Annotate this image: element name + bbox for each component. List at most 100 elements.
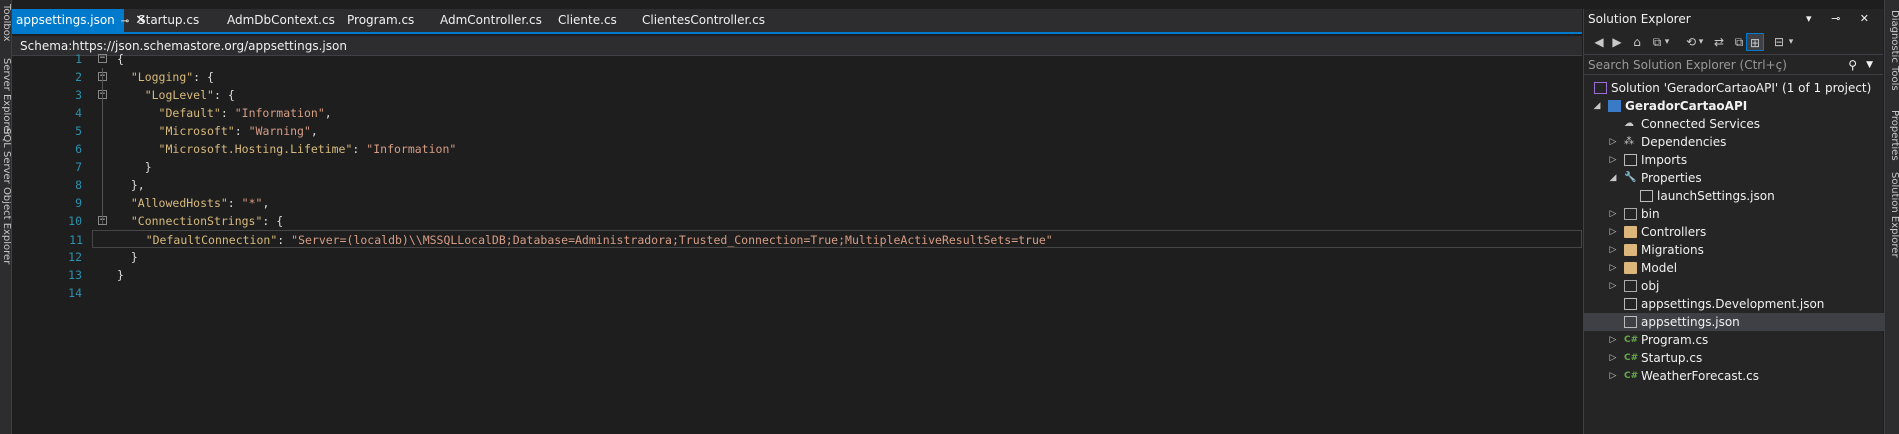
line-number: 10 xyxy=(68,214,82,228)
tree-node-label: launchSettings.json xyxy=(1657,189,1775,203)
tree-node[interactable]: ▷ Imports xyxy=(1584,151,1884,169)
expand-arrow-icon[interactable]: ◢ xyxy=(1608,169,1618,187)
folder-grey-icon xyxy=(1624,280,1637,292)
file-icon xyxy=(1624,154,1637,166)
code-line[interactable]: 9 "AllowedHosts": "*", xyxy=(12,194,1582,212)
line-number: 3 xyxy=(75,88,82,102)
search-icon[interactable]: ⚲ xyxy=(1848,55,1857,75)
editor-tab[interactable]: Startup.cs xyxy=(124,9,210,32)
cloud-icon: ☁ xyxy=(1624,118,1634,129)
right-strip-tab[interactable]: Solution Explorer xyxy=(1886,172,1899,258)
expand-arrow-icon[interactable]: ◢ xyxy=(1592,97,1602,115)
toolbar-icon[interactable]: ▶ xyxy=(1608,33,1626,51)
toolbar-icon[interactable]: ▾ xyxy=(1786,33,1796,51)
cs-icon: C# xyxy=(1624,371,1639,381)
tree-node[interactable]: ▷ C# WeatherForecast.cs xyxy=(1584,367,1884,385)
tree-node-label: obj xyxy=(1641,279,1660,293)
left-strip-tab[interactable]: SQL Server Object Explorer xyxy=(0,128,11,264)
tree-node[interactable]: ▷ ⁂ Dependencies xyxy=(1584,133,1884,151)
panel-window-controls-icon[interactable]: ▾ ⊸ ✕ xyxy=(1806,9,1877,29)
tree-node-label: Imports xyxy=(1641,153,1688,167)
sol-icon xyxy=(1594,82,1607,94)
fold-toggle-icon[interactable]: − xyxy=(98,54,107,63)
expand-arrow-icon[interactable]: ▷ xyxy=(1608,367,1618,385)
tree-node-label: appsettings.json xyxy=(1641,315,1740,329)
toolbar-icon[interactable]: ▾ xyxy=(1696,33,1706,51)
code-line[interactable]: 1 − { xyxy=(12,50,1582,68)
toolbar-icon[interactable]: ▾ xyxy=(1662,33,1672,51)
code-line[interactable]: 10− "ConnectionStrings": { xyxy=(12,212,1582,230)
right-strip-tab[interactable]: Properties xyxy=(1886,110,1899,161)
expand-arrow-icon[interactable]: ▷ xyxy=(1608,277,1618,295)
file-icon xyxy=(1640,190,1653,202)
toolbar-icon[interactable]: ⇄ xyxy=(1710,33,1728,51)
editor-tab[interactable]: AdmDbContext.cs xyxy=(213,9,335,32)
tree-node[interactable]: appsettings.json xyxy=(1584,313,1884,331)
tree-node[interactable]: ▷ Migrations xyxy=(1584,241,1884,259)
code-line[interactable]: 8 }, xyxy=(12,176,1582,194)
tab-label: AdmDbContext.cs xyxy=(227,13,335,27)
tree-node[interactable]: ▷ C# Program.cs xyxy=(1584,331,1884,349)
tree-node[interactable]: ☁ Connected Services xyxy=(1584,115,1884,133)
expand-arrow-icon[interactable]: ▷ xyxy=(1608,331,1618,349)
line-number: 14 xyxy=(68,286,82,300)
file-icon xyxy=(1624,316,1637,328)
toolbar-icon[interactable]: ⌂ xyxy=(1628,33,1646,51)
line-number: 13 xyxy=(68,268,82,282)
expand-arrow-icon[interactable]: ▷ xyxy=(1608,133,1618,151)
expand-arrow-icon[interactable]: ▷ xyxy=(1608,205,1618,223)
code-line[interactable]: 5 "Microsoft": "Warning", xyxy=(12,122,1582,140)
tree-node-label: GeradorCartaoAPI xyxy=(1625,99,1748,113)
code-text: "Logging": { xyxy=(130,70,214,84)
editor-tab[interactable]: AdmController.cs xyxy=(426,9,542,32)
code-text: "LogLevel": { xyxy=(144,88,235,102)
expand-arrow-icon[interactable]: ▷ xyxy=(1608,223,1618,241)
tree-node[interactable]: ◢ 🔧 Properties xyxy=(1584,169,1884,187)
code-line[interactable]: 13} xyxy=(12,266,1582,284)
code-line[interactable]: 14 xyxy=(12,284,1582,302)
solution-explorer-title-bar: Solution Explorer ▾ ⊸ ✕ xyxy=(1584,9,1883,29)
expand-arrow-icon[interactable]: ▷ xyxy=(1608,259,1618,277)
code-line[interactable]: 2− "Logging": { xyxy=(12,68,1582,86)
code-line[interactable]: 11 "DefaultConnection": "Server=(localdb… xyxy=(69,230,1582,248)
tree-node[interactable]: ▷ C# Startup.cs xyxy=(1584,349,1884,367)
proj-icon xyxy=(1608,100,1621,112)
code-line[interactable]: 6 "Microsoft.Hosting.Lifetime": "Informa… xyxy=(12,140,1582,158)
tree-node-label: Solution 'GeradorCartaoAPI' (1 of 1 proj… xyxy=(1611,81,1872,95)
solution-explorer-title: Solution Explorer xyxy=(1588,12,1691,26)
tree-node[interactable]: ◢ GeradorCartaoAPI xyxy=(1584,97,1884,115)
left-strip-tab[interactable]: Server Explorer xyxy=(0,58,11,136)
tree-node[interactable]: ▷ Controllers xyxy=(1584,223,1884,241)
chevron-down-icon[interactable]: ▼ xyxy=(1866,55,1873,75)
code-text: "ConnectionStrings": { xyxy=(130,214,284,228)
code-line[interactable]: 3− "LogLevel": { xyxy=(12,86,1582,104)
editor-tab[interactable]: Cliente.cs xyxy=(544,9,624,32)
tree-node[interactable]: launchSettings.json xyxy=(1584,187,1884,205)
code-line[interactable]: 4 "Default": "Information", xyxy=(12,104,1582,122)
right-tool-strip: Diagnostic Tools Properties Solution Explo… xyxy=(1884,0,1899,434)
code-editor[interactable]: 1−{2− "Logging": {3− "LogLevel": {4 "Def… xyxy=(12,52,1582,434)
toolbar-icon[interactable]: ⊞ xyxy=(1746,33,1764,51)
code-line[interactable]: 7 } xyxy=(12,158,1582,176)
expand-arrow-icon[interactable]: ▷ xyxy=(1608,151,1618,169)
editor-tab[interactable]: appsettings.json ⊸ ✕ xyxy=(12,9,146,32)
expand-arrow-icon[interactable]: ▷ xyxy=(1608,241,1618,259)
code-text: "Microsoft.Hosting.Lifetime": "Informati… xyxy=(158,142,457,156)
right-strip-tab[interactable]: Diagnostic Tools xyxy=(1886,10,1899,91)
cs-icon: C# xyxy=(1624,335,1639,345)
toolbar-icon[interactable]: ◀ xyxy=(1590,33,1608,51)
tree-node[interactable]: ▷ obj xyxy=(1584,277,1884,295)
tree-node[interactable]: ▷ bin xyxy=(1584,205,1884,223)
tree-node[interactable]: appsettings.Development.json xyxy=(1584,295,1884,313)
tab-label: AdmController.cs xyxy=(440,13,542,27)
code-line[interactable]: 12 } xyxy=(12,248,1582,266)
line-number: 8 xyxy=(75,178,82,192)
left-strip-tab[interactable]: Toolbox xyxy=(0,4,11,42)
tree-node[interactable]: Solution 'GeradorCartaoAPI' (1 of 1 proj… xyxy=(1584,79,1884,97)
editor-tab[interactable]: ClientesController.cs xyxy=(628,9,765,32)
expand-arrow-icon[interactable]: ▷ xyxy=(1608,349,1618,367)
editor-tab[interactable]: Program.cs xyxy=(333,9,423,32)
line-number: 4 xyxy=(75,106,82,120)
solution-explorer-search[interactable]: Search Solution Explorer (Ctrl+ç) ⚲ ▼ xyxy=(1584,55,1883,75)
tree-node[interactable]: ▷ Model xyxy=(1584,259,1884,277)
